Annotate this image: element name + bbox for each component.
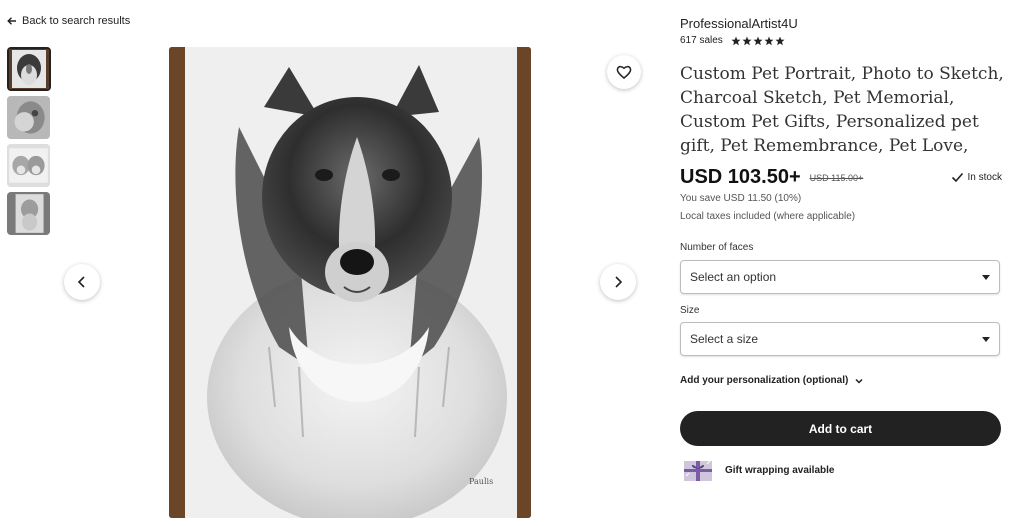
artist-signature: Paulis <box>469 477 493 486</box>
star-icon <box>742 36 752 45</box>
personalization-toggle[interactable]: Add your personalization (optional) <box>680 375 864 386</box>
thumbnail-2[interactable] <box>7 96 50 139</box>
listing-title: Custom Pet Portrait, Photo to Sketch, Ch… <box>680 64 1004 156</box>
tax-note: Local taxes included (where applicable) <box>680 211 856 222</box>
add-to-cart-button[interactable]: Add to cart <box>680 411 1001 446</box>
stock-status: In stock <box>951 171 1002 184</box>
previous-image-button[interactable] <box>64 264 100 300</box>
faces-select[interactable]: Select an option <box>680 260 1000 294</box>
back-link-label: Back to search results <box>22 15 131 27</box>
stock-label: In stock <box>967 172 1002 183</box>
back-to-search-link[interactable]: Back to search results <box>7 15 130 27</box>
thumbnail-1[interactable] <box>7 47 51 91</box>
collie-charcoal-sketch-image: Paulis <box>169 47 531 518</box>
faces-label: Number of faces <box>680 242 754 253</box>
size-select[interactable]: Select a size <box>680 322 1000 356</box>
personalization-label: Add your personalization (optional) <box>680 375 849 386</box>
size-label: Size <box>680 305 700 316</box>
thumbnail-list <box>7 47 51 235</box>
caret-down-icon <box>982 336 990 342</box>
rating-stars <box>731 36 785 46</box>
original-price: USD 115.00+ <box>809 172 864 183</box>
gift-wrapping-label: Gift wrapping available <box>725 464 835 476</box>
heart-icon <box>616 65 632 79</box>
size-select-value: Select a size <box>690 332 759 346</box>
gift-box-icon <box>684 460 712 481</box>
sales-count: 617 sales <box>680 35 723 46</box>
check-icon <box>951 172 963 183</box>
star-icon <box>775 36 785 45</box>
thumbnail-image <box>7 144 50 187</box>
thumbnail-3[interactable] <box>7 144 50 187</box>
thumbnail-image <box>7 96 50 139</box>
star-icon <box>764 36 774 45</box>
main-product-image: Paulis <box>169 47 531 518</box>
star-icon <box>753 36 763 45</box>
shop-name-link[interactable]: ProfessionalArtist4U <box>680 16 798 31</box>
arrow-left-icon <box>7 17 16 25</box>
savings-text: You save USD 11.50 (10%) <box>680 193 802 204</box>
caret-down-icon <box>982 274 990 280</box>
gift-wrapping-info: Gift wrapping available <box>683 458 834 482</box>
chevron-right-icon <box>615 276 623 288</box>
chevron-down-icon <box>855 378 863 384</box>
faces-select-value: Select an option <box>690 270 777 284</box>
thumbnail-4[interactable] <box>7 192 50 235</box>
thumbnail-image <box>7 192 50 235</box>
shop-sales-row: 617 sales <box>680 35 785 46</box>
sale-price: USD 103.50+ <box>680 166 801 188</box>
chevron-left-icon <box>77 276 85 288</box>
favorite-button[interactable] <box>607 55 641 89</box>
thumbnail-image <box>9 49 49 89</box>
star-icon <box>731 36 741 45</box>
price-row: USD 103.50+ USD 115.00+ In stock <box>680 166 1002 189</box>
next-image-button[interactable] <box>600 264 636 300</box>
